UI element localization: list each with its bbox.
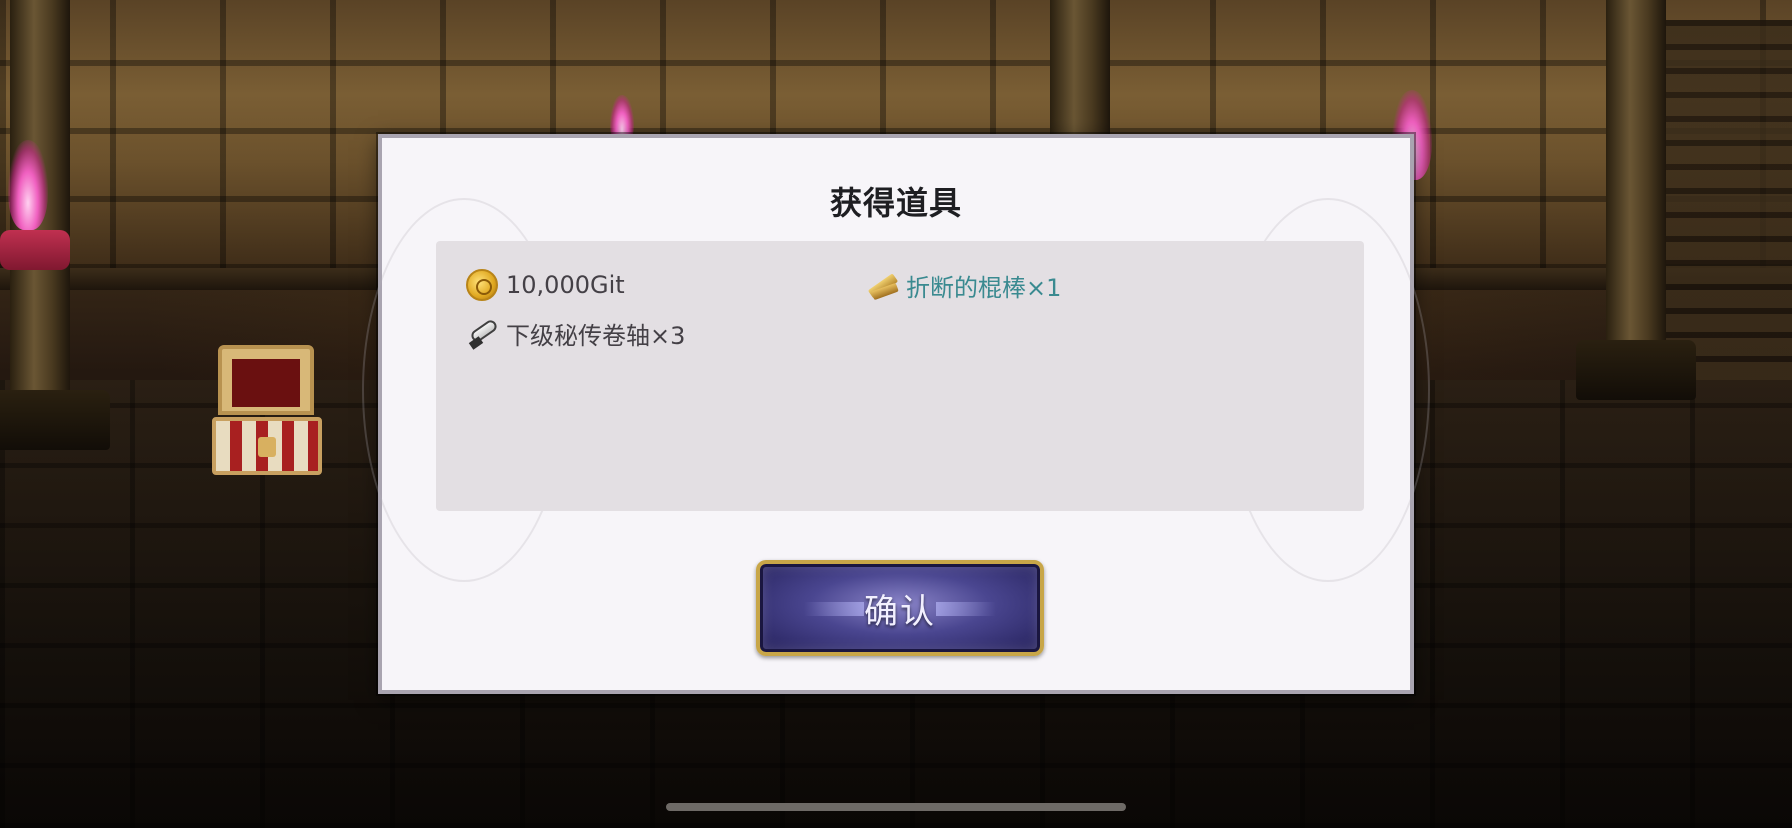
pillar-right	[1606, 0, 1666, 390]
reward-item-label: 下级秘传卷轴×3	[506, 321, 686, 350]
torch-flame-icon	[8, 140, 48, 230]
scroll-icon	[466, 317, 498, 349]
reward-item-label: 折断的棍棒×1	[906, 273, 1062, 302]
treasure-chest	[212, 345, 322, 475]
stairs-background	[1660, 20, 1792, 380]
pillar-left-base	[0, 390, 110, 450]
chest-lock-icon	[258, 437, 276, 457]
items-panel: 10,000Git 折断的棍棒×1 下级秘传卷轴×3	[436, 241, 1364, 511]
pillar-right-base	[1576, 340, 1696, 400]
confirm-button-label: 确认	[864, 591, 936, 632]
torch-holder	[0, 230, 70, 270]
item-reward-dialog: 获得道具 10,000Git 折断的棍棒×1 下级秘传卷轴×3 确认	[362, 134, 1430, 694]
chest-lid	[218, 345, 314, 415]
broken-stick-icon	[866, 269, 898, 301]
dialog-title: 获得道具	[829, 184, 962, 222]
home-indicator-bar[interactable]	[666, 803, 1126, 811]
chest-body	[212, 417, 322, 475]
reward-item: 10,000Git	[466, 267, 625, 303]
coin-icon	[466, 269, 498, 301]
game-scene: 获得道具 10,000Git 折断的棍棒×1 下级秘传卷轴×3 确认	[0, 0, 1792, 828]
reward-item: 下级秘传卷轴×3	[466, 315, 685, 351]
confirm-button[interactable]: 确认	[756, 560, 1044, 656]
reward-item: 折断的棍棒×1	[866, 267, 1061, 303]
reward-item-label: 10,000Git	[506, 271, 625, 299]
